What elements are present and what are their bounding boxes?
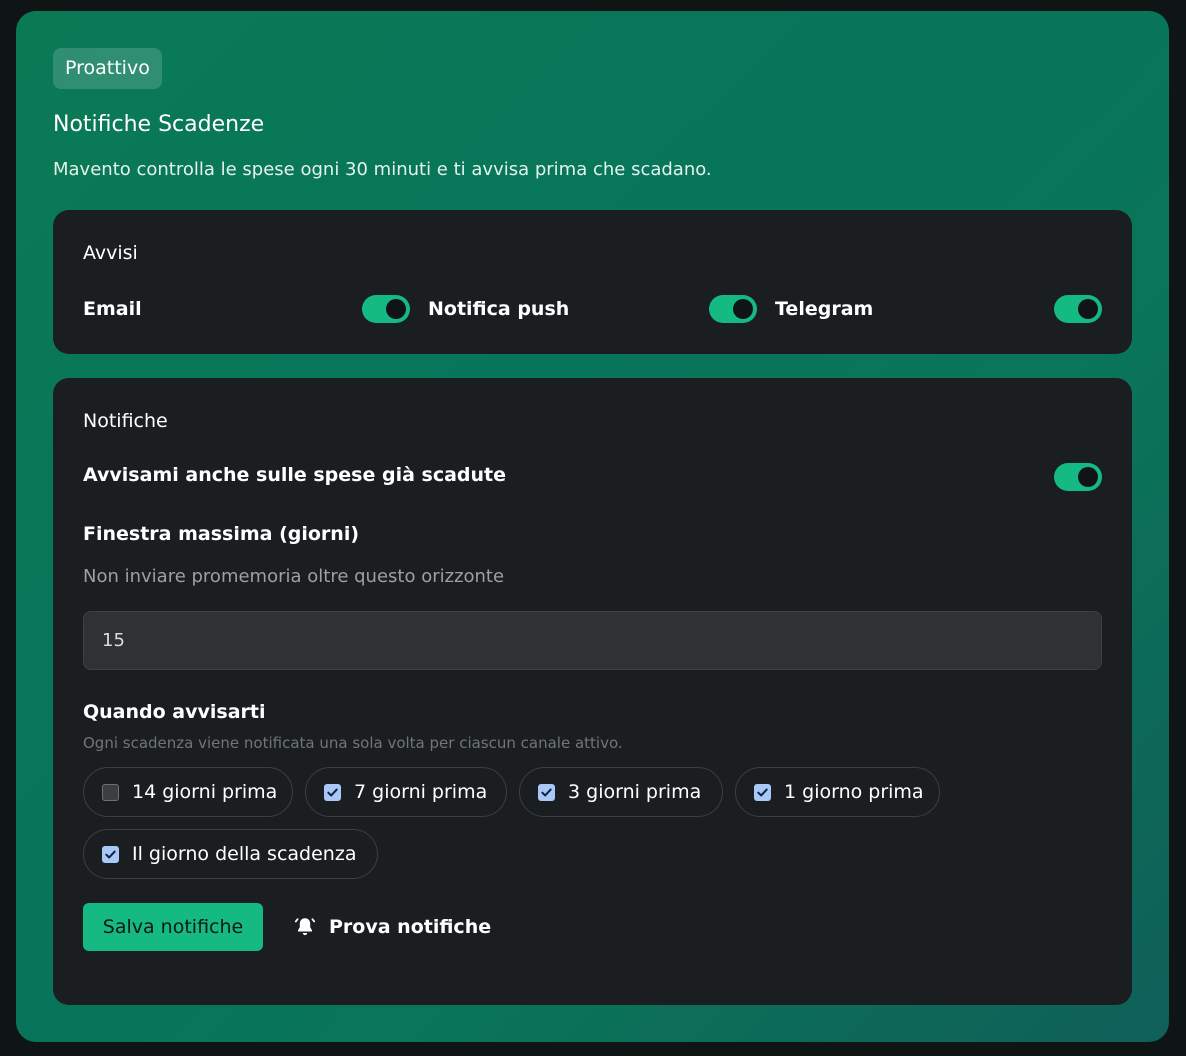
option-14-days[interactable]: 14 giorni prima	[83, 767, 293, 817]
section-title: Notifiche Scadenze	[53, 112, 265, 137]
option-label: 14 giorni prima	[132, 781, 278, 803]
channel-telegram: Telegram	[775, 292, 873, 326]
channel-email-label: Email	[83, 298, 142, 320]
channel-telegram-label: Telegram	[775, 298, 874, 320]
check-icon	[105, 850, 116, 858]
bell-ringing-icon	[294, 918, 316, 936]
option-label: 3 giorni prima	[568, 781, 702, 803]
proactive-badge: Proattivo	[53, 48, 162, 89]
overdue-toggle[interactable]	[1054, 463, 1102, 491]
push-toggle[interactable]	[709, 295, 757, 323]
notification-settings-panel: Proattivo Notifiche Scadenze Mavento con…	[16, 11, 1169, 1042]
check-icon	[327, 788, 338, 796]
checkbox-checked-icon[interactable]	[538, 783, 555, 801]
option-1-day[interactable]: 1 giorno prima	[735, 767, 940, 817]
option-3-days[interactable]: 3 giorni prima	[519, 767, 723, 817]
channel-push-label: Notifica push	[428, 298, 570, 320]
when-hint: Ogni scadenza viene notificata una sola …	[83, 734, 623, 752]
notifications-heading: Notifiche	[83, 410, 168, 432]
option-7-days[interactable]: 7 giorni prima	[305, 767, 507, 817]
save-notifications-button[interactable]: Salva notifiche	[83, 903, 263, 951]
checkbox-checked-icon[interactable]	[102, 845, 119, 863]
when-label: Quando avvisarti	[83, 701, 266, 723]
max-window-days-input[interactable]	[83, 611, 1102, 670]
option-label: 7 giorni prima	[354, 781, 488, 803]
checkbox-unchecked-icon[interactable]	[102, 783, 119, 801]
window-hint: Non inviare promemoria oltre questo oriz…	[83, 566, 505, 587]
test-notifications-button[interactable]: Prova notifiche	[293, 903, 491, 951]
toggle-knob	[1078, 467, 1098, 487]
channel-push: Notifica push	[428, 292, 569, 326]
channel-email: Email	[83, 292, 142, 326]
test-notifications-label: Prova notifiche	[329, 916, 492, 938]
checkbox-checked-icon[interactable]	[324, 783, 341, 801]
option-due-day[interactable]: Il giorno della scadenza	[83, 829, 378, 879]
toggle-knob	[733, 299, 753, 319]
section-description: Mavento controlla le spese ogni 30 minut…	[53, 159, 712, 180]
email-toggle[interactable]	[362, 295, 410, 323]
option-label: Il giorno della scadenza	[132, 843, 357, 865]
check-icon	[757, 788, 768, 796]
alerts-heading: Avvisi	[83, 242, 138, 264]
check-icon	[541, 788, 552, 796]
option-label: 1 giorno prima	[784, 781, 924, 803]
notifications-card: Notifiche Avvisami anche sulle spese già…	[53, 378, 1132, 1005]
toggle-knob	[1078, 299, 1098, 319]
telegram-toggle[interactable]	[1054, 295, 1102, 323]
window-label: Finestra massima (giorni)	[83, 523, 360, 545]
overdue-label: Avvisami anche sulle spese già scadute	[83, 464, 507, 486]
checkbox-checked-icon[interactable]	[754, 783, 771, 801]
alerts-card: Avvisi Email Notifica push Telegram	[53, 210, 1132, 354]
toggle-knob	[386, 299, 406, 319]
